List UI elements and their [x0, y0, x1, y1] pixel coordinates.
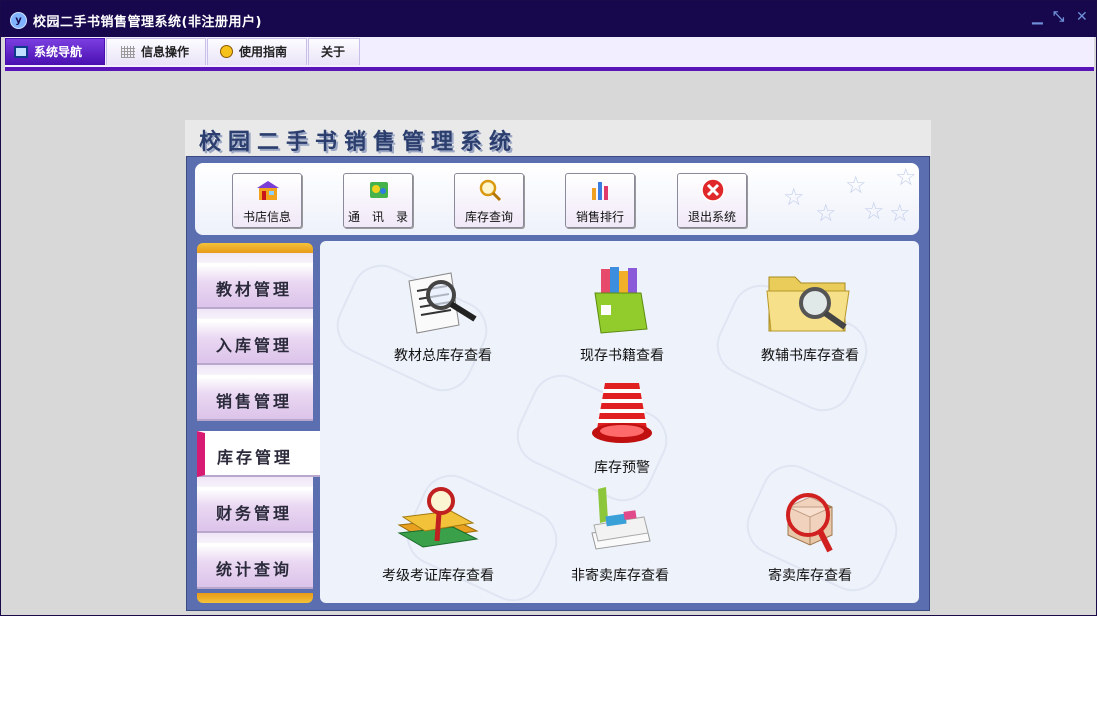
tab-system-nav[interactable]: 系统导航: [5, 38, 105, 65]
sidebar-item-statistics[interactable]: 统计查询: [197, 543, 313, 589]
sidebar-top-cap: [197, 243, 313, 253]
textbook-total-stock-item[interactable]: 教材总库存查看: [378, 267, 508, 365]
tab-label: 关于: [321, 45, 346, 59]
sidebar-item-sales[interactable]: 销售管理: [197, 375, 313, 421]
window-title: 校园二手书销售管理系统(非注册用户): [33, 15, 262, 30]
sidebar: 教材管理 入库管理 销售管理 库存管理 财务管理 统计查询: [197, 243, 321, 603]
star-decoration-icon: ☆: [845, 171, 867, 199]
sidebar-item-label: 教材管理: [216, 280, 293, 299]
star-decoration-icon: ☆: [895, 163, 917, 191]
item-label: 考级考证库存查看: [382, 568, 494, 584]
sidebar-item-label: 财务管理: [216, 504, 293, 523]
exit-system-label: 退出系统: [687, 210, 736, 224]
star-decoration-icon: ☆: [863, 197, 885, 225]
sidebar-item-inbound[interactable]: 入库管理: [197, 319, 313, 365]
item-label: 现存书籍查看: [580, 348, 664, 364]
smiley-icon: [220, 45, 233, 58]
address-book-button[interactable]: 通 讯 录: [343, 173, 413, 228]
sidebar-item-finance[interactable]: 财务管理: [197, 487, 313, 533]
non-consignment-stock-item[interactable]: 非寄卖库存查看: [555, 485, 685, 585]
content-area: 教材总库存查看 现存书籍查看 教辅书库存查看 库存预警 考级考证库存查看 非寄卖…: [320, 241, 919, 603]
item-label: 库存预警: [594, 460, 650, 476]
supplementary-stock-item[interactable]: 教辅书库存查看: [740, 265, 880, 365]
shop-info-button[interactable]: 书店信息: [232, 173, 302, 228]
sidebar-item-inventory[interactable]: 库存管理: [197, 431, 321, 477]
sidebar-spacer: [197, 533, 313, 543]
sidebar-bottom-cap: [197, 593, 313, 603]
exam-certificate-stock-item[interactable]: 考级考证库存查看: [368, 485, 508, 585]
current-books-item[interactable]: 现存书籍查看: [562, 265, 682, 365]
item-label: 非寄卖库存查看: [571, 568, 669, 584]
tab-user-guide[interactable]: 使用指南: [207, 38, 307, 65]
folder-books-icon: [591, 487, 651, 550]
alarm-bell-icon: [592, 383, 652, 443]
package-search-icon: [786, 493, 833, 553]
address-book-label: 通 讯 录: [347, 210, 408, 224]
star-decoration-icon: ☆: [815, 199, 837, 227]
sidebar-item-label: 库存管理: [217, 448, 294, 467]
sidebar-spacer: [197, 309, 313, 319]
consignment-stock-item[interactable]: 寄卖库存查看: [750, 485, 870, 585]
star-decoration-icon: ☆: [889, 199, 911, 227]
bar-chart-icon: [592, 182, 608, 200]
item-label: 寄卖库存查看: [768, 568, 852, 584]
main-panel: ☆ ☆ ☆ ☆ ☆ ☆ 书店信息 通 讯 录 库存查询 销售排行 退出系统 教材…: [186, 156, 930, 611]
tab-label: 系统导航: [34, 45, 83, 59]
panel-header: 校园二手书销售管理系统: [185, 120, 931, 156]
sidebar-item-label: 销售管理: [216, 392, 293, 411]
minimize-icon[interactable]: ▁: [1032, 9, 1043, 25]
sidebar-spacer: [197, 253, 313, 263]
sales-ranking-label: 销售排行: [575, 210, 624, 224]
panel-title: 校园二手书销售管理系统: [199, 129, 519, 155]
item-label: 教材总库存查看: [394, 348, 492, 364]
sales-ranking-button[interactable]: 销售排行: [565, 173, 635, 228]
app-logo-icon: y: [10, 12, 27, 29]
toolbar: ☆ ☆ ☆ ☆ ☆ ☆ 书店信息 通 讯 录 库存查询 销售排行 退出系统: [195, 163, 919, 235]
sidebar-spacer: [197, 365, 313, 375]
tab-label: 信息操作: [141, 45, 190, 59]
magnifier-icon: [479, 179, 502, 202]
book-box-icon: [594, 267, 648, 334]
shop-icon: [257, 181, 279, 200]
grid-icon: [121, 46, 135, 58]
folder-search-icon: [766, 276, 850, 332]
close-icon[interactable]: ✕: [1076, 9, 1088, 25]
exit-icon: [701, 178, 725, 202]
shop-info-label: 书店信息: [242, 210, 291, 224]
stock-alert-item[interactable]: 库存预警: [577, 377, 667, 477]
sidebar-item-label: 统计查询: [216, 560, 293, 579]
menu-divider: [5, 67, 1094, 71]
sidebar-item-textbook[interactable]: 教材管理: [197, 263, 313, 309]
tab-label: 使用指南: [239, 45, 288, 59]
title-bar: y 校园二手书销售管理系统(非注册用户) ▁ ⤡ ✕: [1, 1, 1096, 37]
books-search-icon: [397, 487, 479, 548]
star-decoration-icon: ☆: [783, 183, 805, 211]
stock-query-label: 库存查询: [464, 210, 513, 224]
stock-query-button[interactable]: 库存查询: [454, 173, 524, 228]
tab-about[interactable]: 关于: [308, 38, 360, 65]
document-search-icon: [408, 272, 477, 334]
sidebar-item-label: 入库管理: [216, 336, 293, 355]
sidebar-spacer: [197, 477, 313, 487]
restore-icon[interactable]: ⤡: [1053, 9, 1064, 25]
item-label: 教辅书库存查看: [761, 348, 859, 364]
monitor-icon: [14, 46, 28, 58]
address-book-icon: [370, 182, 388, 198]
menu-bar: 系统导航 信息操作 使用指南 关于: [5, 37, 1094, 67]
exit-system-button[interactable]: 退出系统: [677, 173, 747, 228]
tab-info-ops[interactable]: 信息操作: [106, 38, 206, 65]
